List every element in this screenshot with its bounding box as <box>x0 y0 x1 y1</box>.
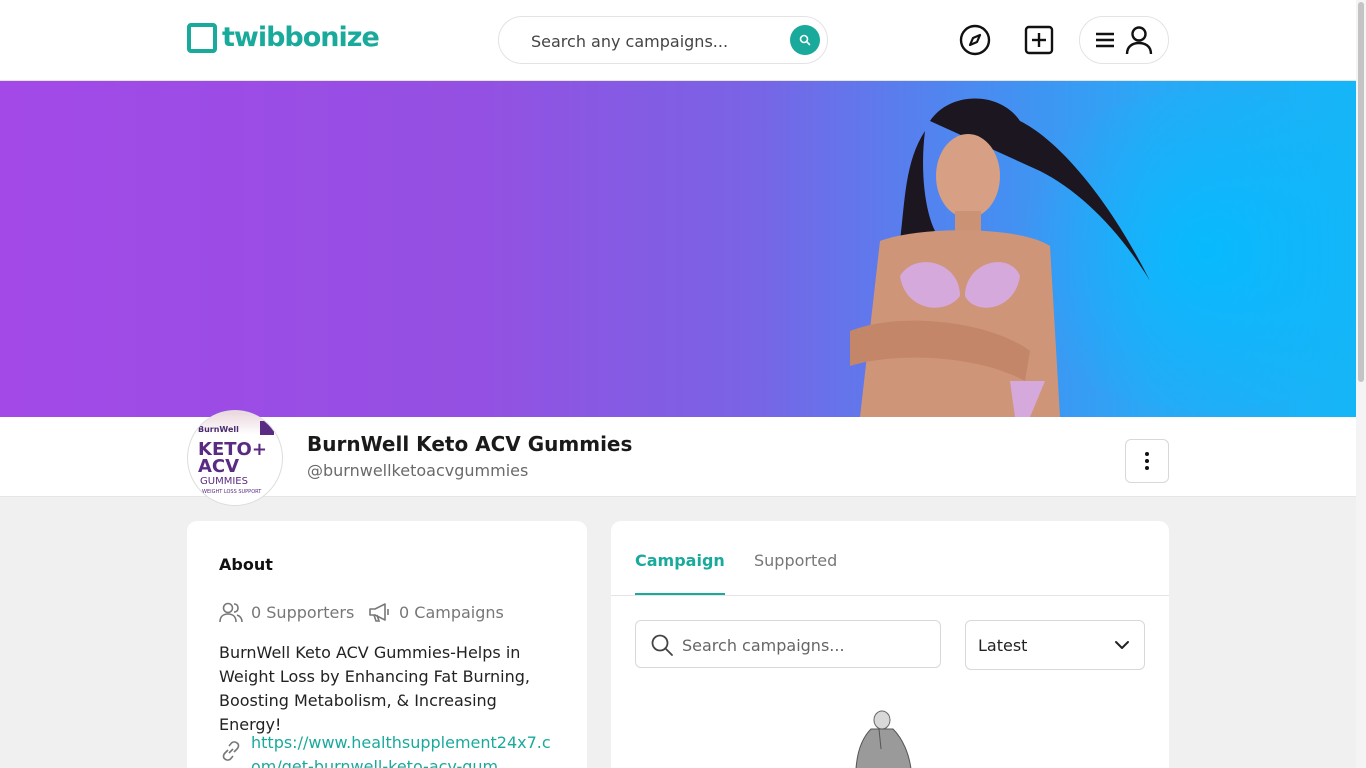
more-vertical-icon <box>1145 452 1149 470</box>
global-search-box <box>498 16 828 64</box>
compass-icon <box>959 24 991 56</box>
about-title: About <box>219 555 273 574</box>
avatar-tagline-text: WEIGHT LOSS SUPPORT <box>202 489 262 495</box>
avatar-brand-text: BurnWell <box>198 425 239 434</box>
user-menu-button[interactable] <box>1079 16 1169 64</box>
campaign-tabs: Campaign Supported <box>611 521 1169 596</box>
scrollbar-thumb[interactable] <box>1358 2 1364 382</box>
campaigns-card: Campaign Supported Latest <box>611 521 1169 768</box>
search-icon <box>651 634 673 656</box>
create-campaign-button[interactable] <box>1021 22 1057 58</box>
menu-icon <box>1096 32 1114 48</box>
global-search-button[interactable] <box>790 25 820 55</box>
empty-state-illustration <box>855 710 912 768</box>
sort-selected-value: Latest <box>978 635 1028 655</box>
more-options-button[interactable] <box>1125 439 1169 483</box>
about-website: https://www.healthsupplement24x7.com/get… <box>219 731 551 768</box>
avatar-sub-text: GUMMIES <box>200 476 248 487</box>
supporters-count: 0 Supporters <box>251 602 355 622</box>
search-icon <box>799 34 811 46</box>
banner-photo <box>850 98 1150 417</box>
megaphone-icon <box>369 603 389 622</box>
supporters-stat: 0 Supporters <box>219 601 354 623</box>
avatar-product-text: KETO+ ACV <box>198 439 267 477</box>
campaigns-count: 0 Campaigns <box>399 602 504 622</box>
chevron-down-icon <box>1115 641 1129 649</box>
campaign-search-input[interactable] <box>682 633 922 657</box>
campaign-search-box <box>635 620 941 668</box>
plus-square-icon <box>1024 25 1054 55</box>
users-icon <box>219 602 243 623</box>
about-description: BurnWell Keto ACV Gummies-Helps in Weigh… <box>219 643 530 734</box>
campaigns-stat: 0 Campaigns <box>367 601 504 623</box>
profile-name: BurnWell Keto ACV Gummies <box>307 432 633 456</box>
sort-select[interactable]: Latest <box>965 620 1145 670</box>
twibbonize-logo[interactable]: twibbonize <box>187 22 380 54</box>
tab-campaign[interactable]: Campaign <box>635 551 725 595</box>
page-scrollbar[interactable] <box>1356 0 1366 768</box>
website-link[interactable]: https://www.healthsupplement24x7.com/get… <box>251 731 551 768</box>
explore-button[interactable] <box>957 22 993 58</box>
link-icon <box>222 741 240 761</box>
tab-supported[interactable]: Supported <box>754 551 837 570</box>
global-search-input[interactable] <box>531 28 781 54</box>
user-icon <box>1125 26 1153 55</box>
top-header: twibbonize <box>0 0 1356 81</box>
logo-text: twibbonize <box>222 22 380 53</box>
logo-square-icon <box>187 23 217 53</box>
about-card: About 0 Supporters 0 Campaigns BurnWell … <box>187 521 587 768</box>
profile-avatar: BurnWell KETO+ ACV GUMMIES WEIGHT LOSS S… <box>187 410 283 506</box>
profile-handle: @burnwellketoacvgummies <box>307 461 529 480</box>
profile-banner <box>0 81 1356 417</box>
